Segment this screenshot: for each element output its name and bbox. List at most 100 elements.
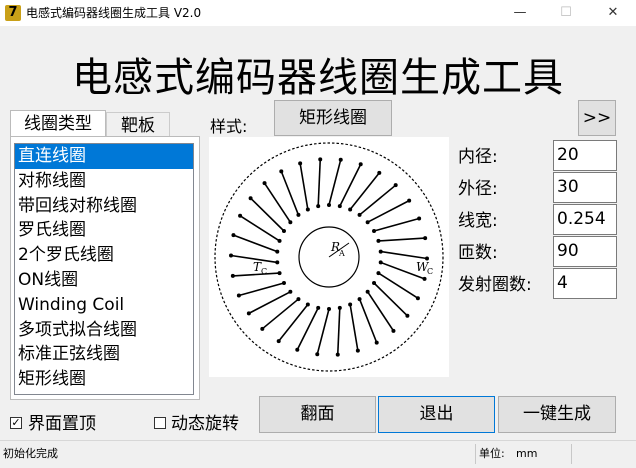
coil-preview-svg: RAT C WC bbox=[214, 142, 444, 372]
radius-subscript: A bbox=[338, 249, 345, 258]
outer-diameter-label: 外径: bbox=[458, 179, 498, 199]
via-dot bbox=[357, 297, 362, 302]
via-dot bbox=[378, 249, 383, 254]
via-dot bbox=[337, 305, 342, 310]
list-item[interactable]: 罗氏线圈 bbox=[15, 218, 193, 243]
coil-trace bbox=[358, 298, 378, 343]
expand-button[interactable]: >> bbox=[578, 100, 616, 136]
via-dot bbox=[335, 352, 340, 357]
line-width-label: 线宽: bbox=[458, 211, 498, 231]
minimize-button[interactable]: — bbox=[497, 0, 543, 26]
unit-label: 单位: bbox=[479, 447, 505, 460]
list-item[interactable]: 对称线圈 bbox=[15, 169, 193, 194]
maximize-button[interactable]: ☐ bbox=[543, 0, 589, 26]
via-dot bbox=[229, 253, 234, 258]
coil-trace bbox=[328, 159, 342, 206]
via-dot bbox=[276, 339, 281, 344]
transmit-turns-label: 发射圈数: bbox=[458, 275, 532, 295]
generate-button[interactable]: 一键生成 bbox=[498, 396, 616, 433]
dynamic-rotate-checkbox[interactable] bbox=[154, 417, 166, 429]
via-dot bbox=[374, 340, 379, 345]
line-width-input[interactable]: 0.254 bbox=[553, 204, 617, 235]
via-dot bbox=[372, 229, 377, 233]
pin-top-label: 界面置顶 bbox=[28, 414, 96, 434]
coil-trace bbox=[317, 159, 322, 207]
list-item[interactable]: ON线圈 bbox=[15, 268, 193, 293]
close-button[interactable]: ✕ bbox=[590, 0, 636, 26]
coil-trace bbox=[380, 250, 428, 260]
coil-trace bbox=[349, 304, 359, 351]
via-dot bbox=[372, 281, 377, 285]
via-dot bbox=[391, 328, 396, 333]
dynamic-rotate-label: 动态旋转 bbox=[171, 414, 239, 434]
via-dot bbox=[288, 289, 293, 294]
via-dot bbox=[305, 207, 310, 212]
via-dot bbox=[327, 203, 331, 207]
tab-coil-type[interactable]: 线圈类型 bbox=[10, 110, 106, 136]
coil-trace bbox=[378, 272, 419, 299]
check-icon: ✓ bbox=[11, 416, 21, 429]
via-dot bbox=[296, 297, 301, 302]
app-icon: 7 bbox=[5, 5, 21, 21]
outer-diameter-input[interactable]: 30 bbox=[553, 172, 617, 203]
list-item[interactable]: 标准正弦线圈 bbox=[15, 342, 193, 367]
coil-preview: RATCWC bbox=[209, 137, 449, 377]
coil-trace bbox=[238, 282, 285, 297]
via-dot bbox=[423, 236, 428, 241]
turns-input[interactable]: 90 bbox=[553, 236, 617, 267]
via-dot bbox=[405, 313, 410, 318]
list-item[interactable]: 2个罗氏线圈 bbox=[15, 243, 193, 268]
pin-top-checkbox[interactable]: ✓ bbox=[10, 417, 22, 429]
status-divider bbox=[571, 444, 572, 464]
via-dot bbox=[248, 196, 253, 201]
coil-trace bbox=[378, 237, 426, 242]
via-dot bbox=[281, 281, 286, 285]
via-dot bbox=[415, 296, 420, 301]
style-button[interactable]: 矩形线圈 bbox=[274, 100, 392, 136]
via-dot bbox=[231, 233, 236, 238]
via-dot bbox=[327, 307, 331, 311]
list-item[interactable]: Winding Coil bbox=[15, 293, 193, 318]
list-item[interactable]: 多项式拟合线圈 bbox=[15, 318, 193, 343]
list-item[interactable]: 带回线对称线圈 bbox=[15, 194, 193, 219]
via-dot bbox=[295, 347, 300, 352]
list-item[interactable]: 矩形线圈 bbox=[15, 367, 193, 392]
window-title: 电感式编码器线圈生成工具 V2.0 bbox=[26, 6, 202, 20]
via-dot bbox=[407, 198, 412, 203]
via-dot bbox=[338, 157, 343, 162]
page-title: 电感式编码器线圈生成工具 bbox=[72, 55, 564, 101]
turns-label: 匝数: bbox=[458, 243, 498, 263]
via-dot bbox=[377, 170, 382, 175]
inner-diameter-input[interactable]: 20 bbox=[553, 140, 617, 171]
via-dot bbox=[279, 169, 284, 174]
via-dot bbox=[275, 249, 280, 254]
via-dot bbox=[318, 157, 323, 162]
via-dot bbox=[393, 183, 398, 188]
flip-button[interactable]: 翻面 bbox=[259, 396, 376, 433]
tc-subscript: C bbox=[261, 267, 267, 276]
via-dot bbox=[337, 204, 342, 209]
via-dot bbox=[315, 352, 320, 357]
via-dot bbox=[298, 161, 303, 166]
via-dot bbox=[260, 326, 265, 331]
tab-target-board[interactable]: 靶板 bbox=[106, 112, 170, 136]
via-dot bbox=[355, 348, 360, 353]
via-dot bbox=[238, 213, 243, 218]
via-dot bbox=[316, 204, 321, 209]
coil-trace bbox=[233, 234, 278, 253]
via-dot bbox=[378, 260, 383, 265]
coil-trace bbox=[336, 307, 341, 355]
exit-button[interactable]: 退出 bbox=[378, 396, 495, 433]
via-dot bbox=[316, 305, 321, 310]
via-dot bbox=[262, 181, 267, 186]
via-dot bbox=[376, 238, 381, 243]
via-dot bbox=[376, 271, 381, 276]
coil-trace bbox=[280, 171, 300, 216]
inner-diameter-label: 内径: bbox=[458, 147, 498, 167]
list-item[interactable]: 直连线圈 bbox=[15, 144, 193, 169]
coil-trace bbox=[239, 215, 280, 242]
via-dot bbox=[277, 238, 282, 243]
coil-trace bbox=[373, 217, 420, 232]
transmit-turns-input[interactable]: 4 bbox=[553, 268, 617, 299]
coil-type-list[interactable]: 直连线圈 对称线圈 带回线对称线圈 罗氏线圈 2个罗氏线圈 ON线圈 Winding Coi… bbox=[14, 143, 194, 395]
